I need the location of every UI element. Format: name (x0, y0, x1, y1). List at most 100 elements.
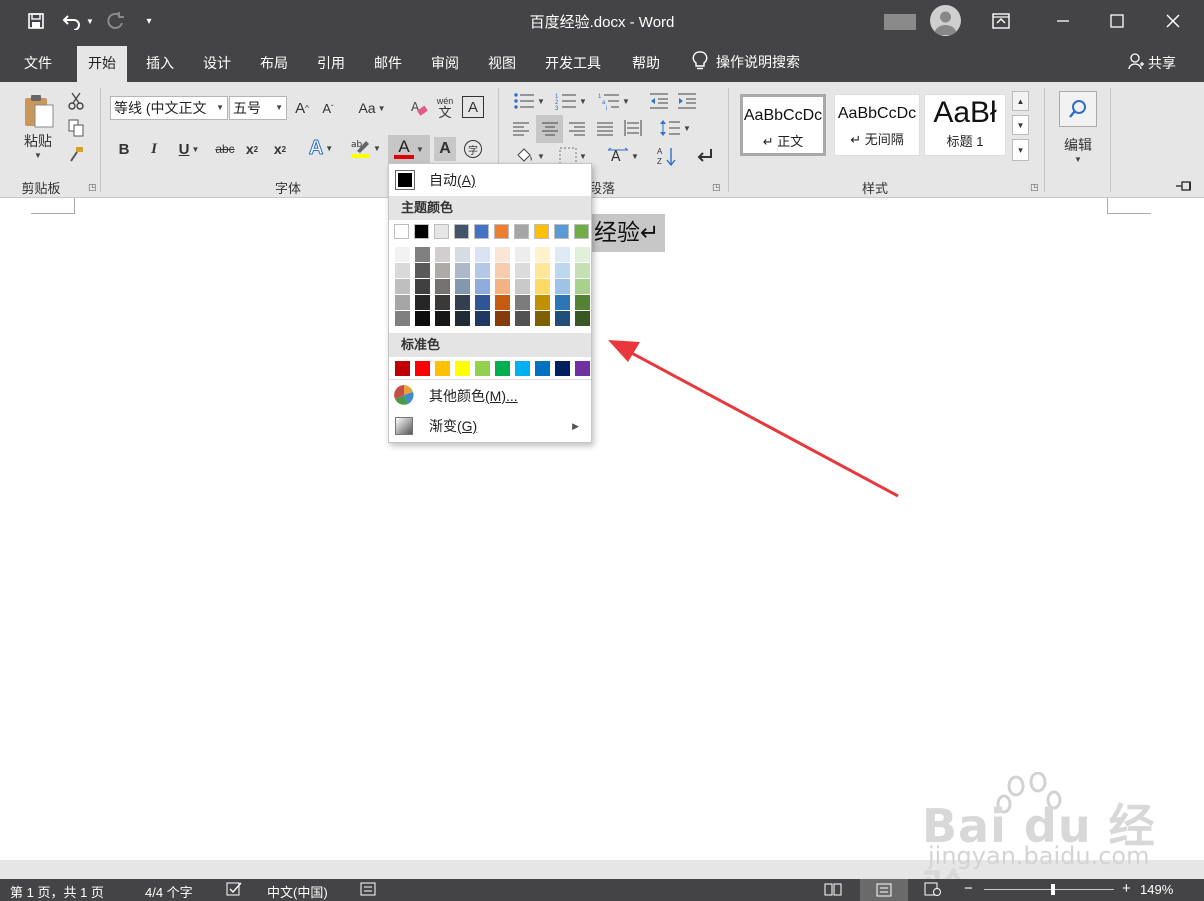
zoom-slider-track[interactable] (984, 889, 1114, 890)
theme-shade-swatch[interactable] (415, 311, 430, 326)
theme-shade-swatch[interactable] (535, 311, 550, 326)
theme-shade-swatch[interactable] (415, 279, 430, 294)
theme-shade-swatch[interactable] (455, 263, 470, 278)
superscript-button[interactable]: x2 (270, 137, 290, 161)
theme-shade-swatch[interactable] (395, 279, 410, 294)
theme-shade-swatch[interactable] (495, 263, 510, 278)
theme-shade-swatch[interactable] (395, 311, 410, 326)
line-spacing-icon[interactable]: ▼ (656, 116, 694, 140)
theme-shade-swatch[interactable] (495, 311, 510, 326)
selected-text[interactable]: 经验↵ (590, 214, 666, 252)
theme-color-swatch[interactable] (514, 224, 529, 239)
tab-developer[interactable]: 开发工具 (534, 46, 612, 82)
theme-shade-swatch[interactable] (575, 247, 590, 262)
theme-color-swatch[interactable] (554, 224, 569, 239)
tab-references[interactable]: 引用 (306, 46, 356, 82)
subscript-button[interactable]: x2 (242, 137, 262, 161)
word-count[interactable]: 4/4 个字 (145, 882, 193, 901)
theme-shade-swatch[interactable] (435, 311, 450, 326)
maximize-button[interactable] (1094, 0, 1140, 42)
standard-color-swatch[interactable] (415, 361, 430, 376)
paragraph-launcher-icon[interactable]: ◳ (712, 182, 721, 193)
editing-button[interactable]: 编辑 ▼ (1058, 87, 1098, 167)
clipboard-launcher-icon[interactable]: ◳ (88, 182, 97, 193)
theme-shade-swatch[interactable] (435, 279, 450, 294)
close-button[interactable] (1150, 0, 1196, 42)
page-count[interactable]: 第 1 页，共 1 页 (10, 882, 104, 901)
theme-shade-swatch[interactable] (415, 295, 430, 310)
theme-color-swatch[interactable] (434, 224, 449, 239)
font-name-select[interactable]: 等线 (中文正文 ▼ (110, 96, 228, 120)
bullets-icon[interactable]: ▼ (510, 90, 548, 112)
theme-shade-swatch[interactable] (575, 263, 590, 278)
theme-shade-swatch[interactable] (575, 295, 590, 310)
theme-shade-swatch[interactable] (435, 247, 450, 262)
theme-shade-swatch[interactable] (455, 279, 470, 294)
proofing-icon[interactable] (226, 882, 242, 899)
tab-review[interactable]: 审阅 (420, 46, 470, 82)
tab-view[interactable]: 视图 (477, 46, 527, 82)
gradient-option[interactable]: 渐变(G) ▶ (389, 412, 591, 440)
styles-scroll-up[interactable]: ▲ (1012, 91, 1029, 111)
standard-color-swatch[interactable] (535, 361, 550, 376)
enclose-character-button[interactable]: 字 (462, 137, 484, 161)
theme-shade-swatch[interactable] (555, 279, 570, 294)
theme-shade-swatch[interactable] (535, 247, 550, 262)
grow-font-button[interactable]: A ^ (292, 96, 312, 120)
copy-icon[interactable] (66, 117, 86, 139)
tab-mailings[interactable]: 邮件 (363, 46, 413, 82)
theme-shade-swatch[interactable] (535, 263, 550, 278)
theme-shade-swatch[interactable] (495, 247, 510, 262)
theme-shade-swatch[interactable] (515, 279, 530, 294)
tab-layout[interactable]: 布局 (249, 46, 299, 82)
styles-scroll-down[interactable]: ▼ (1012, 115, 1029, 135)
language-status[interactable]: 中文(中国) (267, 882, 328, 901)
theme-shade-swatch[interactable] (475, 263, 490, 278)
zoom-out-button[interactable]: − (964, 880, 973, 897)
tell-me-search[interactable]: 操作说明搜索 (692, 50, 800, 73)
theme-shade-swatch[interactable] (555, 247, 570, 262)
tab-home[interactable]: 开始 (77, 46, 127, 82)
zoom-in-button[interactable]: + (1122, 880, 1131, 897)
theme-shade-swatch[interactable] (535, 295, 550, 310)
theme-shade-swatch[interactable] (575, 311, 590, 326)
zoom-level[interactable]: 149% (1140, 882, 1173, 897)
highlight-color-button[interactable]: ab ▼ (346, 135, 384, 161)
standard-color-swatch[interactable] (555, 361, 570, 376)
standard-color-swatch[interactable] (575, 361, 590, 376)
theme-shade-swatch[interactable] (435, 263, 450, 278)
theme-shade-swatch[interactable] (395, 295, 410, 310)
web-layout-icon[interactable] (924, 882, 942, 899)
ribbon-display-icon[interactable] (978, 0, 1024, 42)
paste-button[interactable]: 粘贴 ▼ (18, 88, 58, 164)
theme-color-swatch[interactable] (574, 224, 589, 239)
tab-insert[interactable]: 插入 (135, 46, 185, 82)
sort-icon[interactable]: AZ (656, 144, 678, 168)
increase-indent-icon[interactable] (676, 90, 698, 112)
standard-color-swatch[interactable] (435, 361, 450, 376)
theme-shade-swatch[interactable] (515, 247, 530, 262)
standard-color-swatch[interactable] (395, 361, 410, 376)
cut-icon[interactable] (66, 90, 86, 112)
numbering-icon[interactable]: 1 2 3 ▼ (552, 90, 590, 112)
document-page[interactable] (0, 198, 1204, 860)
avatar[interactable] (930, 5, 961, 36)
style-heading-1[interactable]: AaBł 标题 1 (924, 94, 1006, 156)
tab-file[interactable]: 文件 (13, 46, 63, 82)
clear-format-icon[interactable]: A (408, 96, 430, 120)
shrink-font-button[interactable]: Aˇ (318, 96, 338, 120)
theme-shade-swatch[interactable] (435, 295, 450, 310)
theme-shade-swatch[interactable] (555, 263, 570, 278)
align-center-icon[interactable] (536, 115, 563, 143)
justify-icon[interactable] (594, 118, 616, 140)
show-formatting-marks-icon[interactable] (694, 144, 716, 168)
theme-shade-swatch[interactable] (455, 247, 470, 262)
theme-shade-swatch[interactable] (475, 311, 490, 326)
tab-help[interactable]: 帮助 (621, 46, 671, 82)
standard-color-swatch[interactable] (515, 361, 530, 376)
theme-shade-swatch[interactable] (535, 279, 550, 294)
style-normal[interactable]: AaBbCcDc ↵ 正文 (740, 94, 826, 156)
theme-color-swatch[interactable] (534, 224, 549, 239)
styles-more[interactable]: ▾ (1012, 139, 1029, 161)
theme-color-swatch[interactable] (414, 224, 429, 239)
